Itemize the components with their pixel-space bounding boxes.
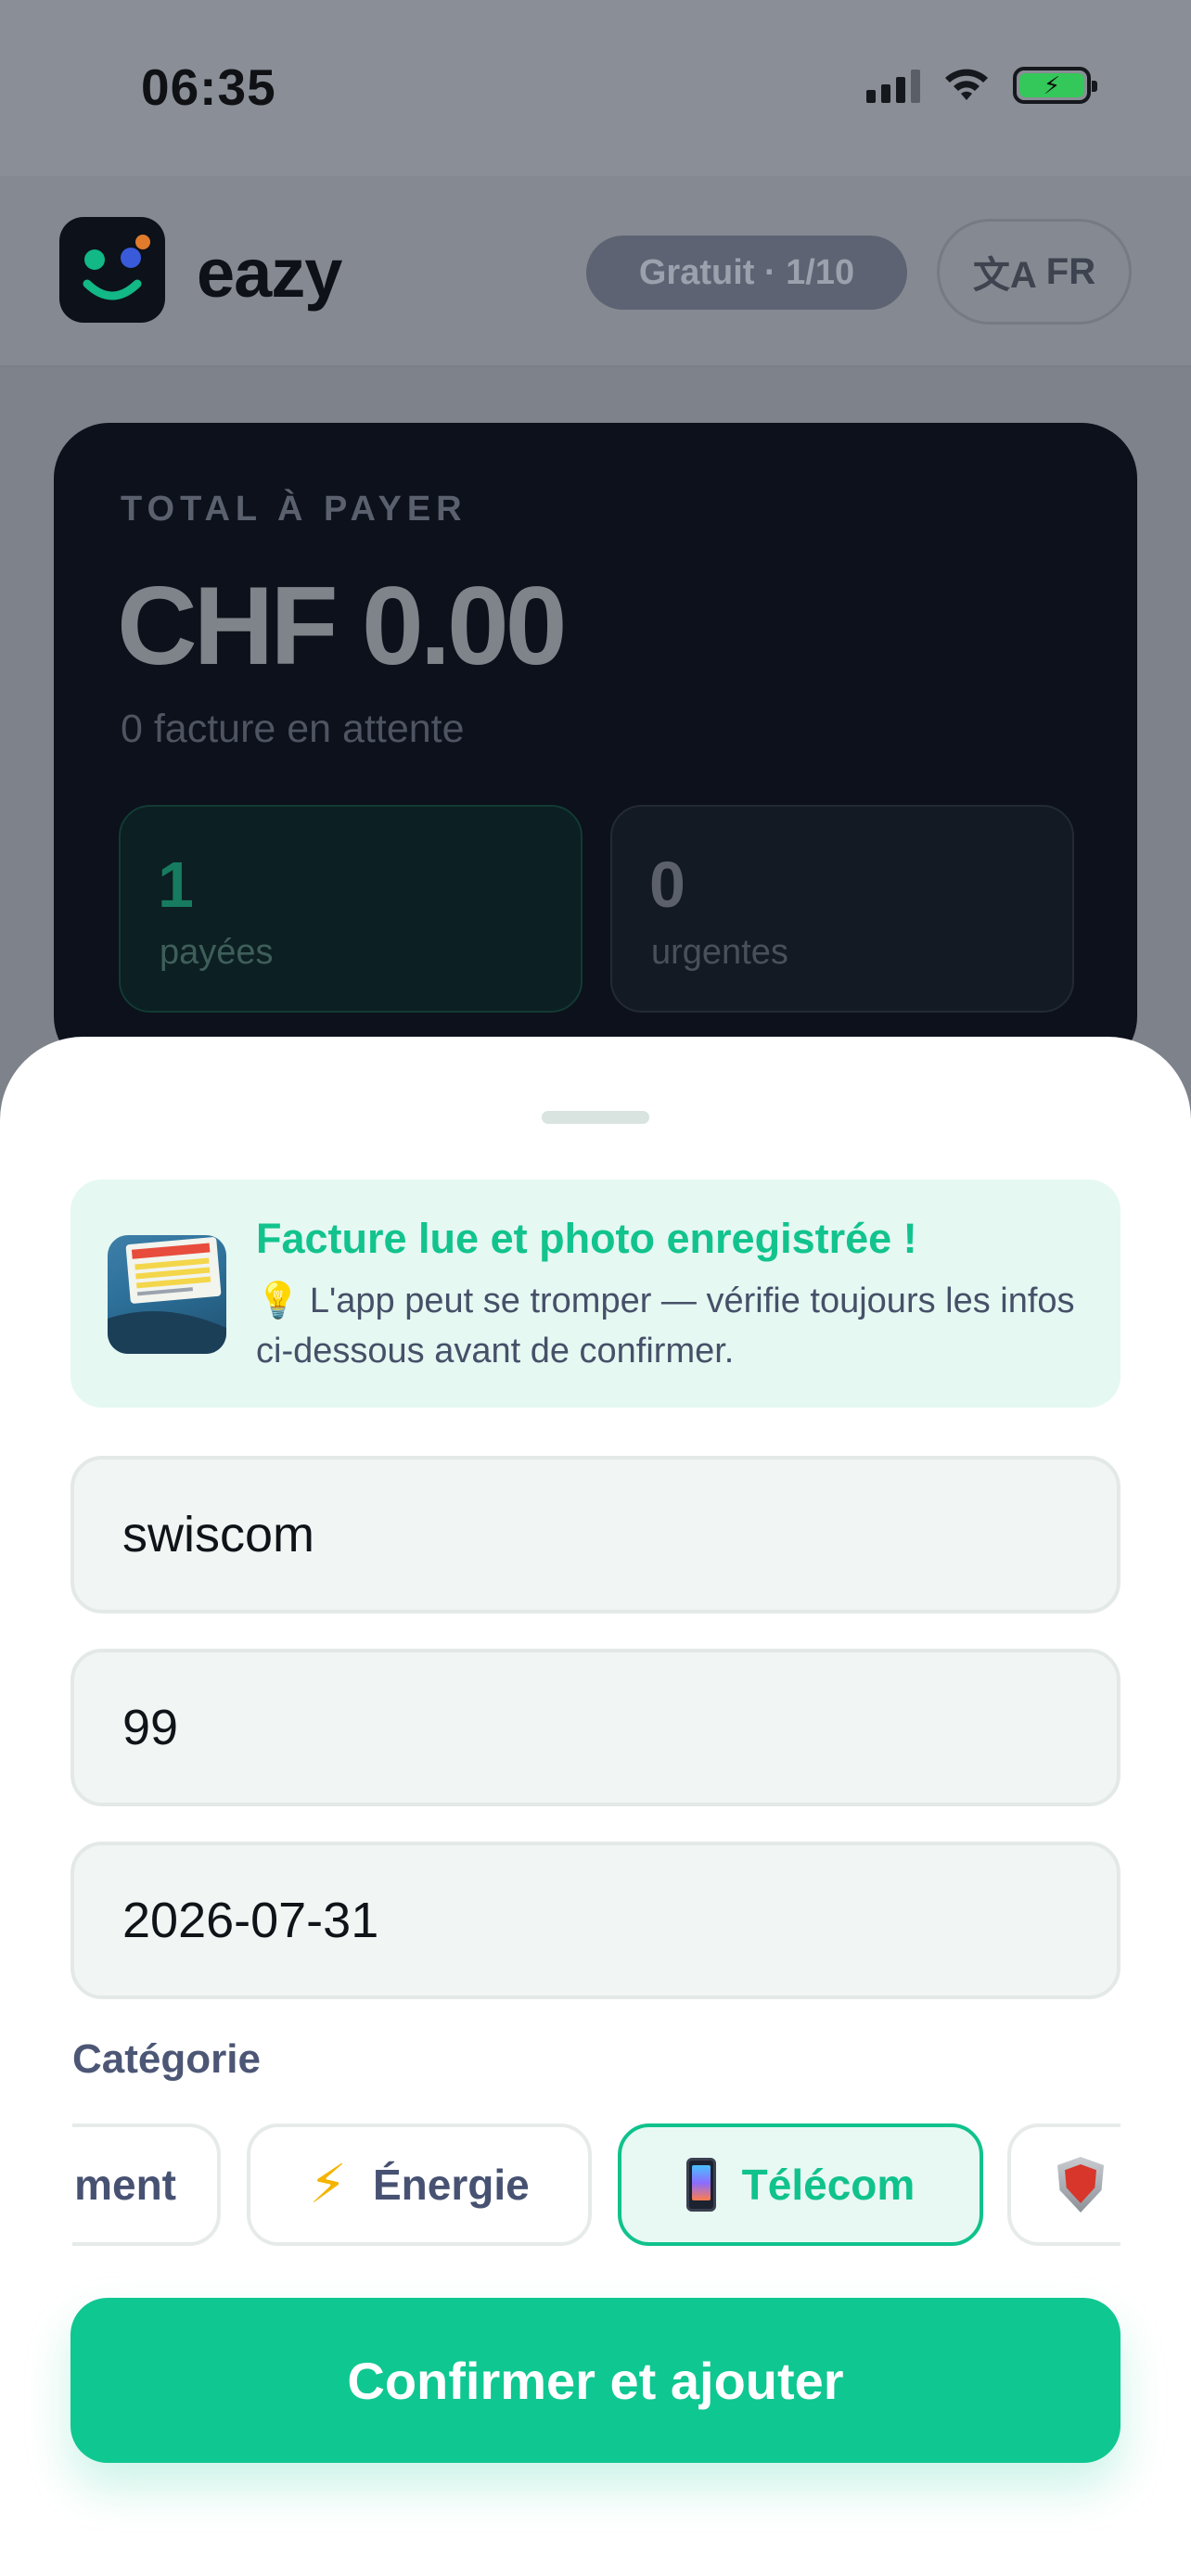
category-chip-energie[interactable]: ⚡ Énergie (247, 2123, 592, 2246)
brand-name: eazy (197, 235, 342, 312)
add-bill-sheet: Facture lue et photo enregistrée ! 💡 L'a… (0, 1037, 1191, 2576)
app-logo-icon (59, 217, 165, 323)
category-chips[interactable]: ment ⚡ Énergie Télécom (72, 2120, 1121, 2250)
app-header: eazy Gratuit · 1/10 文A FR (0, 176, 1191, 367)
due-date-field[interactable]: 2026-07-31 (70, 1842, 1121, 1999)
category-chip-telecom[interactable]: Télécom (618, 2123, 983, 2246)
category-chip-insurance[interactable] (1007, 2123, 1121, 2246)
urgent-count: 0 (649, 848, 685, 921)
charging-bolt-icon: ⚡ (1019, 71, 1084, 99)
category-chip-label: ment (74, 2161, 176, 2209)
status-time: 06:35 (141, 58, 276, 116)
plan-badge[interactable]: Gratuit · 1/10 (586, 236, 907, 310)
scan-success-notice: Facture lue et photo enregistrée ! 💡 L'a… (70, 1180, 1121, 1408)
wifi-icon (945, 69, 988, 100)
shield-icon (1057, 2157, 1104, 2213)
status-bar: 06:35 ⚡ (0, 0, 1191, 176)
language-code: FR (1045, 250, 1096, 292)
urgent-label: urgentes (651, 933, 788, 972)
notice-text: L'app peut se tromper — vérifie toujours… (256, 1282, 1075, 1371)
phone-icon (685, 2158, 716, 2212)
translate-icon: 文A (972, 255, 1037, 296)
urgent-stat[interactable]: 0 urgentes (610, 805, 1074, 1013)
total-amount: CHF 0.00 (117, 564, 568, 688)
bill-photo-thumbnail[interactable] (108, 1235, 226, 1354)
total-card: TOTAL À PAYER CHF 0.00 0 facture en atte… (54, 423, 1137, 1072)
category-chip-label: Énergie (373, 2161, 530, 2209)
category-chip-label: Télécom (741, 2161, 916, 2209)
lightning-icon: ⚡ (309, 2154, 347, 2214)
pending-count: 0 facture en attente (121, 707, 465, 751)
sheet-grabber[interactable] (542, 1111, 649, 1124)
amount-field[interactable]: 99 (70, 1649, 1121, 1806)
category-chip-partial[interactable]: ment (72, 2123, 221, 2246)
lightbulb-icon: 💡 (256, 1282, 301, 1320)
biller-name-field[interactable]: swiscom (70, 1456, 1121, 1613)
battery-icon: ⚡ (1013, 67, 1097, 104)
paid-stat[interactable]: 1 payées (119, 805, 583, 1013)
notice-body: 💡 L'app peut se tromper — vérifie toujou… (256, 1276, 1091, 1376)
category-title: Catégorie (72, 2036, 261, 2082)
status-icons: ⚡ (866, 67, 1097, 104)
confirm-button[interactable]: Confirmer et ajouter (70, 2298, 1121, 2463)
notice-title: Facture lue et photo enregistrée ! (256, 1215, 917, 1262)
language-button[interactable]: 文A FR (937, 219, 1132, 325)
paid-count: 1 (158, 848, 194, 921)
total-label: TOTAL À PAYER (121, 490, 467, 529)
cellular-signal-icon (866, 68, 920, 103)
paid-label: payées (160, 933, 274, 972)
